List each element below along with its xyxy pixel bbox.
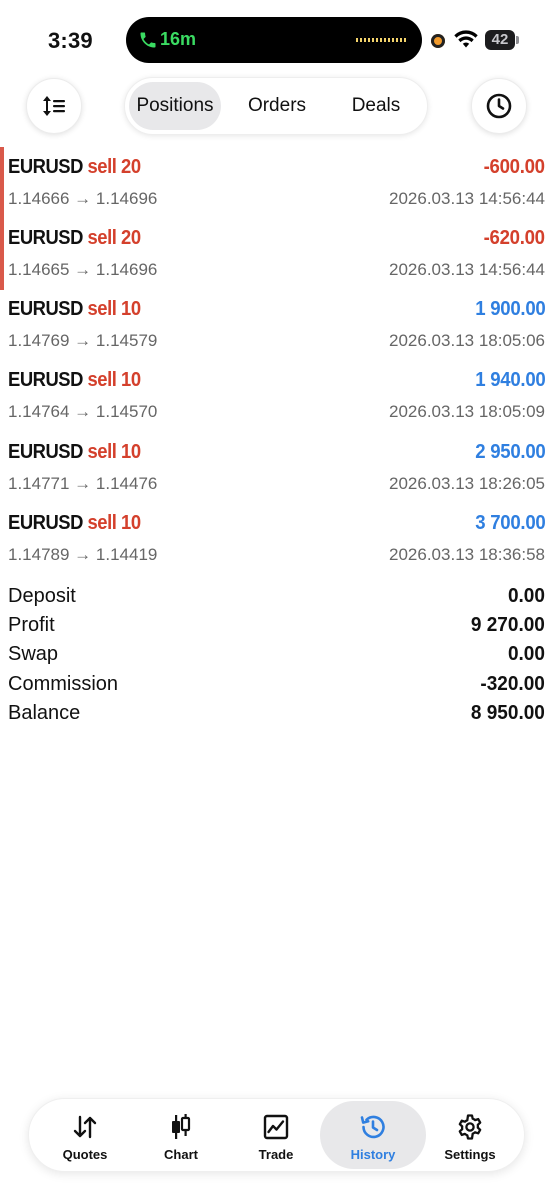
- bottom-tab-bar: Quotes Chart Trade History Settings: [28, 1098, 525, 1172]
- deal-prices: 1.14666 → 1.14696: [8, 189, 158, 208]
- sort-icon: [43, 96, 65, 116]
- summary-value: 0.00: [508, 585, 545, 607]
- tab-label: Trade: [258, 1147, 294, 1162]
- summary-label: Swap: [8, 643, 59, 665]
- deal-profit: 1 900.00: [474, 298, 545, 320]
- position-marker: [0, 147, 4, 219]
- deal-time: 2026.03.13 18:36:58: [389, 545, 545, 564]
- history-icon: [360, 1115, 385, 1139]
- summary-swap: Swap 0.00: [0, 641, 553, 670]
- deal-profit: -600.00: [483, 156, 545, 178]
- list-item[interactable]: EURUSD sell 10 3 700.00 1.14789 → 1.14419…: [0, 505, 553, 576]
- tab-history[interactable]: History: [320, 1101, 426, 1169]
- deal-symbol: EURUSD: [8, 512, 83, 534]
- deal-time: 2026.03.13 18:05:06: [389, 331, 545, 350]
- tab-label: History: [350, 1147, 396, 1162]
- deal-side: sell 10: [87, 512, 142, 534]
- audio-waveform-icon: [356, 38, 406, 42]
- deal-time: 2026.03.13 18:05:09: [389, 402, 545, 421]
- deal-profit: 3 700.00: [474, 512, 545, 534]
- summary-label: Commission: [8, 673, 119, 695]
- deal-symbol: EURUSD: [8, 298, 83, 320]
- deal-symbol: EURUSD: [8, 156, 83, 178]
- list-item[interactable]: EURUSD sell 10 1 900.00 1.14769 → 1.14579…: [0, 291, 553, 362]
- deal-prices: 1.14771 → 1.14476: [8, 474, 158, 493]
- clock-icon: [486, 93, 512, 119]
- deal-side: sell 20: [87, 156, 142, 178]
- summary-deposit: Deposit 0.00: [0, 583, 553, 612]
- tab-quotes[interactable]: Quotes: [37, 1101, 133, 1169]
- tab-label: Chart: [164, 1147, 198, 1162]
- tab-chart[interactable]: Chart: [133, 1101, 229, 1169]
- summary-value: 0.00: [508, 643, 545, 665]
- summary-value: 9 270.00: [471, 614, 545, 636]
- deal-time: 2026.03.13 14:56:44: [389, 260, 545, 279]
- deal-profit: -620.00: [483, 227, 545, 249]
- tab-label: Quotes: [62, 1147, 108, 1162]
- sort-button[interactable]: [26, 78, 82, 134]
- list-item[interactable]: EURUSD sell 20 -600.00 1.14666 → 1.14696 …: [0, 147, 553, 220]
- list-item[interactable]: EURUSD sell 10 1 940.00 1.14764 → 1.14570…: [0, 362, 553, 433]
- deal-prices: 1.14764 → 1.14570: [8, 402, 158, 421]
- deal-time: 2026.03.13 18:26:05: [389, 474, 545, 493]
- phone-icon: [140, 32, 156, 48]
- period-button[interactable]: [471, 78, 527, 134]
- summary-label: Balance: [8, 702, 81, 724]
- deal-prices: 1.14789 → 1.14419: [8, 545, 158, 564]
- battery-cap: [516, 36, 519, 44]
- deal-side: sell 10: [87, 441, 142, 463]
- deal-symbol: EURUSD: [8, 441, 83, 463]
- deal-symbol: EURUSD: [8, 227, 83, 249]
- tab-settings[interactable]: Settings: [422, 1101, 518, 1169]
- gear-icon: [458, 1114, 482, 1140]
- tab-positions[interactable]: Positions: [129, 82, 221, 130]
- status-time: 3:39: [48, 28, 93, 53]
- summary-value: -320.00: [480, 673, 545, 695]
- battery-level: 42: [491, 31, 509, 48]
- wifi-icon: [454, 30, 478, 48]
- deal-side: sell 20: [87, 227, 142, 249]
- tab-trade[interactable]: Trade: [228, 1101, 324, 1169]
- deal-side: sell 10: [87, 298, 142, 320]
- deal-prices: 1.14769 → 1.14579: [8, 331, 158, 350]
- tab-orders[interactable]: Orders: [229, 82, 325, 130]
- call-duration: 16m: [160, 29, 197, 49]
- summary-label: Profit: [8, 614, 55, 636]
- recording-indicator-icon: [431, 34, 445, 48]
- tab-label: Settings: [444, 1147, 496, 1162]
- tab-deals[interactable]: Deals: [329, 82, 423, 130]
- summary-balance: Balance 8 950.00: [0, 700, 553, 729]
- list-item[interactable]: EURUSD sell 20 -620.00 1.14665 → 1.14696 …: [0, 218, 553, 291]
- deal-time: 2026.03.13 14:56:44: [389, 189, 545, 208]
- deal-side: sell 10: [87, 369, 142, 391]
- deal-profit: 2 950.00: [474, 441, 545, 463]
- deal-profit: 1 940.00: [474, 369, 545, 391]
- quotes-icon: [73, 1115, 97, 1139]
- summary-profit: Profit 9 270.00: [0, 612, 553, 641]
- deal-symbol: EURUSD: [8, 369, 83, 391]
- deal-prices: 1.14665 → 1.14696: [8, 260, 158, 279]
- list-item[interactable]: EURUSD sell 10 2 950.00 1.14771 → 1.14476…: [0, 434, 553, 505]
- battery-icon: 42: [485, 30, 515, 50]
- summary-label: Deposit: [8, 585, 76, 607]
- summary-value: 8 950.00: [471, 702, 545, 724]
- dynamic-island-call[interactable]: 16m: [126, 17, 422, 63]
- position-marker: [0, 218, 4, 290]
- candlestick-icon: [172, 1114, 191, 1139]
- summary-commission: Commission -320.00: [0, 671, 553, 700]
- trade-chart-icon: [263, 1114, 289, 1140]
- history-segmented-control: Positions Orders Deals: [124, 77, 428, 135]
